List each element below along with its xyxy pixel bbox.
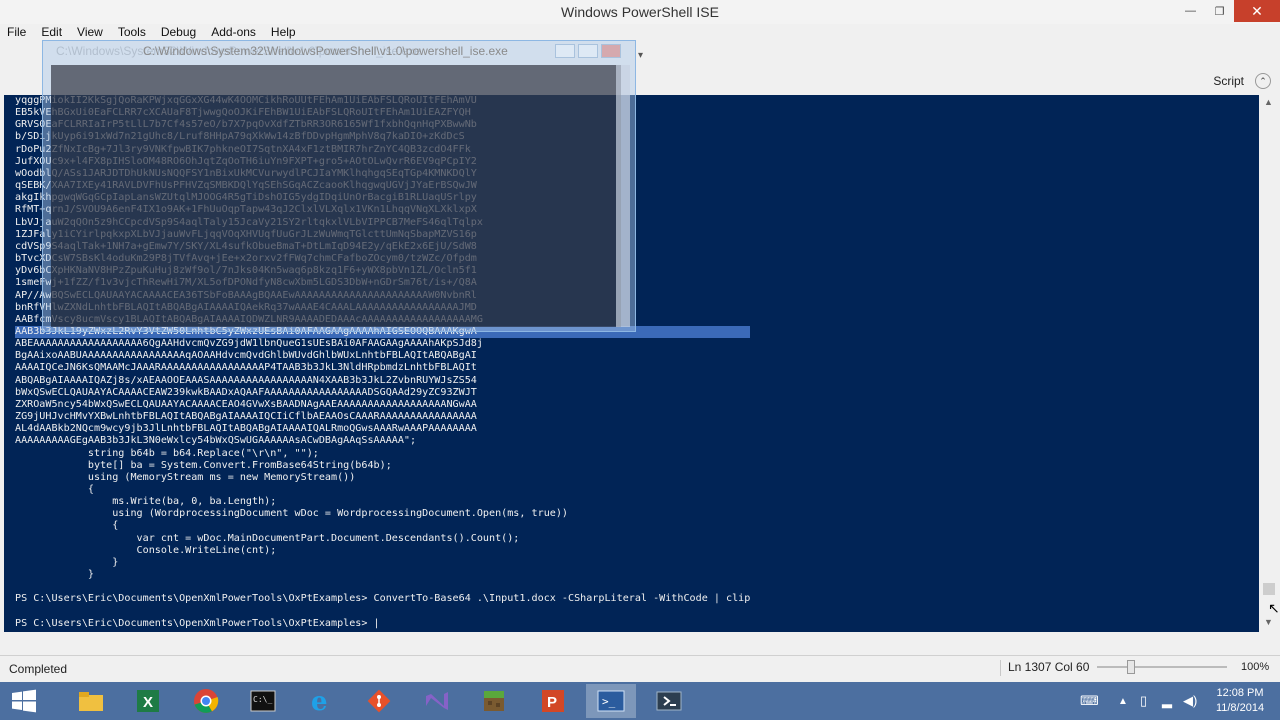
console-line: AAAAAAAAAGEgAAB3b3JkL3N0eWxlcy54bWxQSwUG…	[15, 435, 417, 447]
console-scrollbar[interactable]: ▲ ▼	[1261, 95, 1277, 632]
console-line: {	[15, 520, 119, 532]
zoom-slider[interactable]	[1097, 666, 1227, 668]
visual-studio-icon[interactable]	[411, 684, 461, 718]
clock-date: 11/8/2014	[1215, 702, 1265, 714]
menu-view[interactable]: View	[70, 24, 111, 40]
console-line: using (MemoryStream ms = new MemoryStrea…	[15, 471, 356, 483]
chevron-up-icon[interactable]: ⌃	[1255, 73, 1271, 89]
powerpoint-icon[interactable]: P	[528, 684, 578, 718]
console-line: AAAAIQCeJN6KsQMAAMcJAAARAAAAAAAAAAAAAAAA…	[15, 362, 477, 374]
console-line: using (WordprocessingDocument wDoc = Wor…	[15, 508, 569, 520]
console-line: string b64b = b64.Replace("\r\n", "");	[15, 447, 319, 459]
internet-explorer-icon[interactable]: e	[296, 684, 346, 718]
ghost-window-preview: C:\Windows\System32\WindowsPowerShell\v1…	[42, 40, 636, 332]
status-text: Completed	[9, 662, 68, 676]
svg-text:e: e	[311, 687, 328, 715]
volume-icon[interactable]: ◀)	[1183, 688, 1197, 714]
console-line: {	[15, 484, 95, 495]
console-line: PS C:\Users\Eric\Documents\OpenXmlPowerT…	[15, 617, 380, 629]
menu-tools[interactable]: Tools	[111, 24, 154, 40]
ghost-window-controls	[555, 44, 621, 58]
console-line: bWxQSwECLQAUAAYACAAAACEAW239kwkBAADxAQAA…	[15, 386, 477, 398]
power-icon[interactable]: ▯	[1140, 688, 1147, 714]
console-line: Console.WriteLine(cnt);	[15, 544, 277, 556]
menu-help[interactable]: Help	[264, 24, 304, 40]
maximize-button[interactable]: ❐	[1205, 0, 1234, 22]
git-icon[interactable]	[354, 684, 404, 718]
console-line: ABQABgAIAAAAIQAZj8s/xAEAAOOEAAASAAAAAAAA…	[15, 374, 477, 386]
toolbar-overflow-icon[interactable]: ▾	[638, 50, 643, 61]
scroll-up-icon[interactable]: ▲	[1264, 97, 1273, 107]
console-line: BgAAixoAABUAAAAAAAAAAAAAAAAAqAOAAHdvcmQv…	[15, 350, 477, 362]
file-explorer-icon[interactable]	[66, 684, 116, 718]
zoom-level: 100%	[1241, 661, 1270, 673]
excel-icon[interactable]: X	[123, 684, 173, 718]
ghost-window-title: C:\Windows\System32\WindowsPowerShell\v1…	[143, 44, 508, 58]
windows-start-icon[interactable]	[10, 689, 38, 713]
console-line: ZG9jUHJvcHMvYXBwLnhtbFBLAQItABQABgAIAAAA…	[15, 411, 477, 423]
console-line: }	[15, 569, 95, 581]
title-bar: Windows PowerShell ISE — ❐ ✕	[0, 0, 1280, 24]
console-line: var cnt = wDoc.MainDocumentPart.Document…	[15, 532, 520, 544]
mouse-cursor-icon: ↖	[1268, 600, 1280, 616]
scrollbar-thumb[interactable]	[1263, 583, 1275, 595]
minimize-button[interactable]: —	[1176, 0, 1205, 22]
close-button[interactable]: ✕	[1234, 0, 1280, 22]
menu-file[interactable]: File	[0, 24, 34, 40]
zoom-slider-thumb[interactable]	[1127, 660, 1135, 674]
console-line: ms.Write(ba, 0, ba.Length);	[15, 496, 277, 508]
cmd-icon[interactable]: C:\_	[238, 684, 288, 718]
console-line: byte[] ba = System.Convert.FromBase64Str…	[15, 459, 392, 471]
svg-text:P: P	[547, 694, 557, 711]
ghost-window-content	[51, 65, 621, 327]
svg-text:X: X	[143, 694, 153, 711]
window-title: Windows PowerShell ISE	[561, 4, 719, 20]
powershell-ise-icon[interactable]	[644, 684, 694, 718]
console-line: ABEAAAAAAAAAAAAAAAAAA6QgAAHdvcmQvZG9jdW1…	[15, 338, 483, 350]
svg-text:C:\_: C:\_	[253, 695, 272, 704]
keyboard-icon[interactable]: ⌨	[1080, 688, 1099, 714]
show-hidden-icons-icon[interactable]: ▲	[1118, 688, 1128, 714]
menu-debug[interactable]: Debug	[154, 24, 204, 40]
console-line: }	[15, 556, 119, 568]
clock-time: 12:08 PM	[1216, 687, 1264, 699]
menu-add-ons[interactable]: Add-ons	[204, 24, 264, 40]
svg-text:>_: >_	[602, 695, 616, 708]
taskbar-clock[interactable]: 12:08 PM 11/8/2014	[1206, 686, 1274, 716]
powershell-ise-window: Windows PowerShell ISE — ❐ ✕ File Edit V…	[0, 0, 1280, 720]
scroll-down-icon[interactable]: ▼	[1264, 617, 1273, 627]
console-line: AL4dAABkb2NQcm9wcy9jb3JlLnhtbFBLAQItABQA…	[15, 423, 477, 435]
menu-edit[interactable]: Edit	[34, 24, 70, 40]
network-icon[interactable]: ▂	[1162, 688, 1172, 714]
minecraft-icon[interactable]	[469, 684, 519, 718]
powershell-icon[interactable]: >_	[586, 684, 636, 718]
chrome-icon[interactable]	[181, 684, 231, 718]
ghost-window-scrollbar	[616, 65, 630, 327]
window-controls: — ❐ ✕	[1176, 0, 1280, 22]
console-line: ZXROaW5ncy54bWxQSwECLQAUAAYACAAAACEAO4GV…	[15, 398, 477, 410]
status-divider	[1000, 660, 1001, 676]
script-pane-label[interactable]: Script	[1213, 74, 1244, 88]
console-line: PS C:\Users\Eric\Documents\OpenXmlPowerT…	[15, 593, 751, 605]
cursor-position: Ln 1307 Col 60	[1008, 660, 1090, 674]
menu-bar: File Edit View Tools Debug Add-ons Help	[0, 24, 1280, 40]
